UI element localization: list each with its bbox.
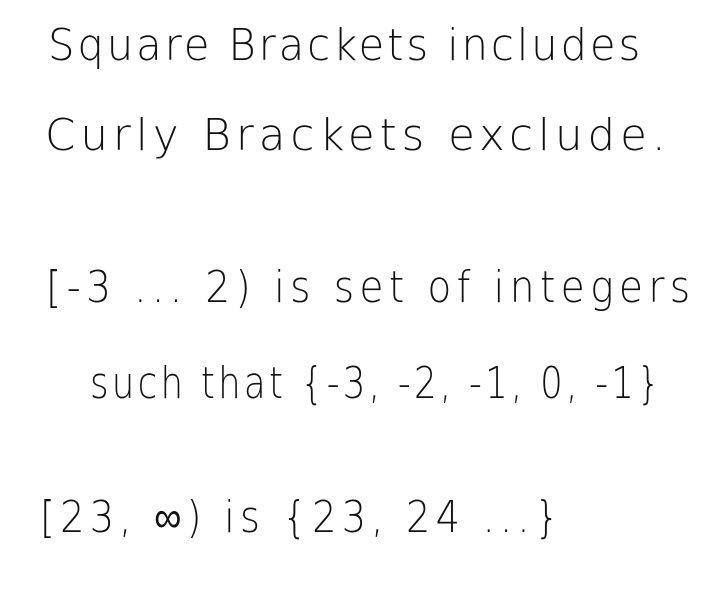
- note-line-infinite-interval: [23, ∞) is {23, 24 ...}: [40, 492, 565, 543]
- note-line-square-brackets: Square Brackets includes: [48, 20, 644, 71]
- handwritten-note-page: Square Brackets includes Curly Brackets …: [0, 0, 704, 605]
- note-line-interval-example: [-3 ... 2) is set of integers: [46, 262, 696, 313]
- note-line-integer-set: such that {-3, -2, -1, 0, -1}: [90, 358, 664, 409]
- note-line-curly-brackets: Curly Brackets exclude.: [45, 110, 671, 161]
